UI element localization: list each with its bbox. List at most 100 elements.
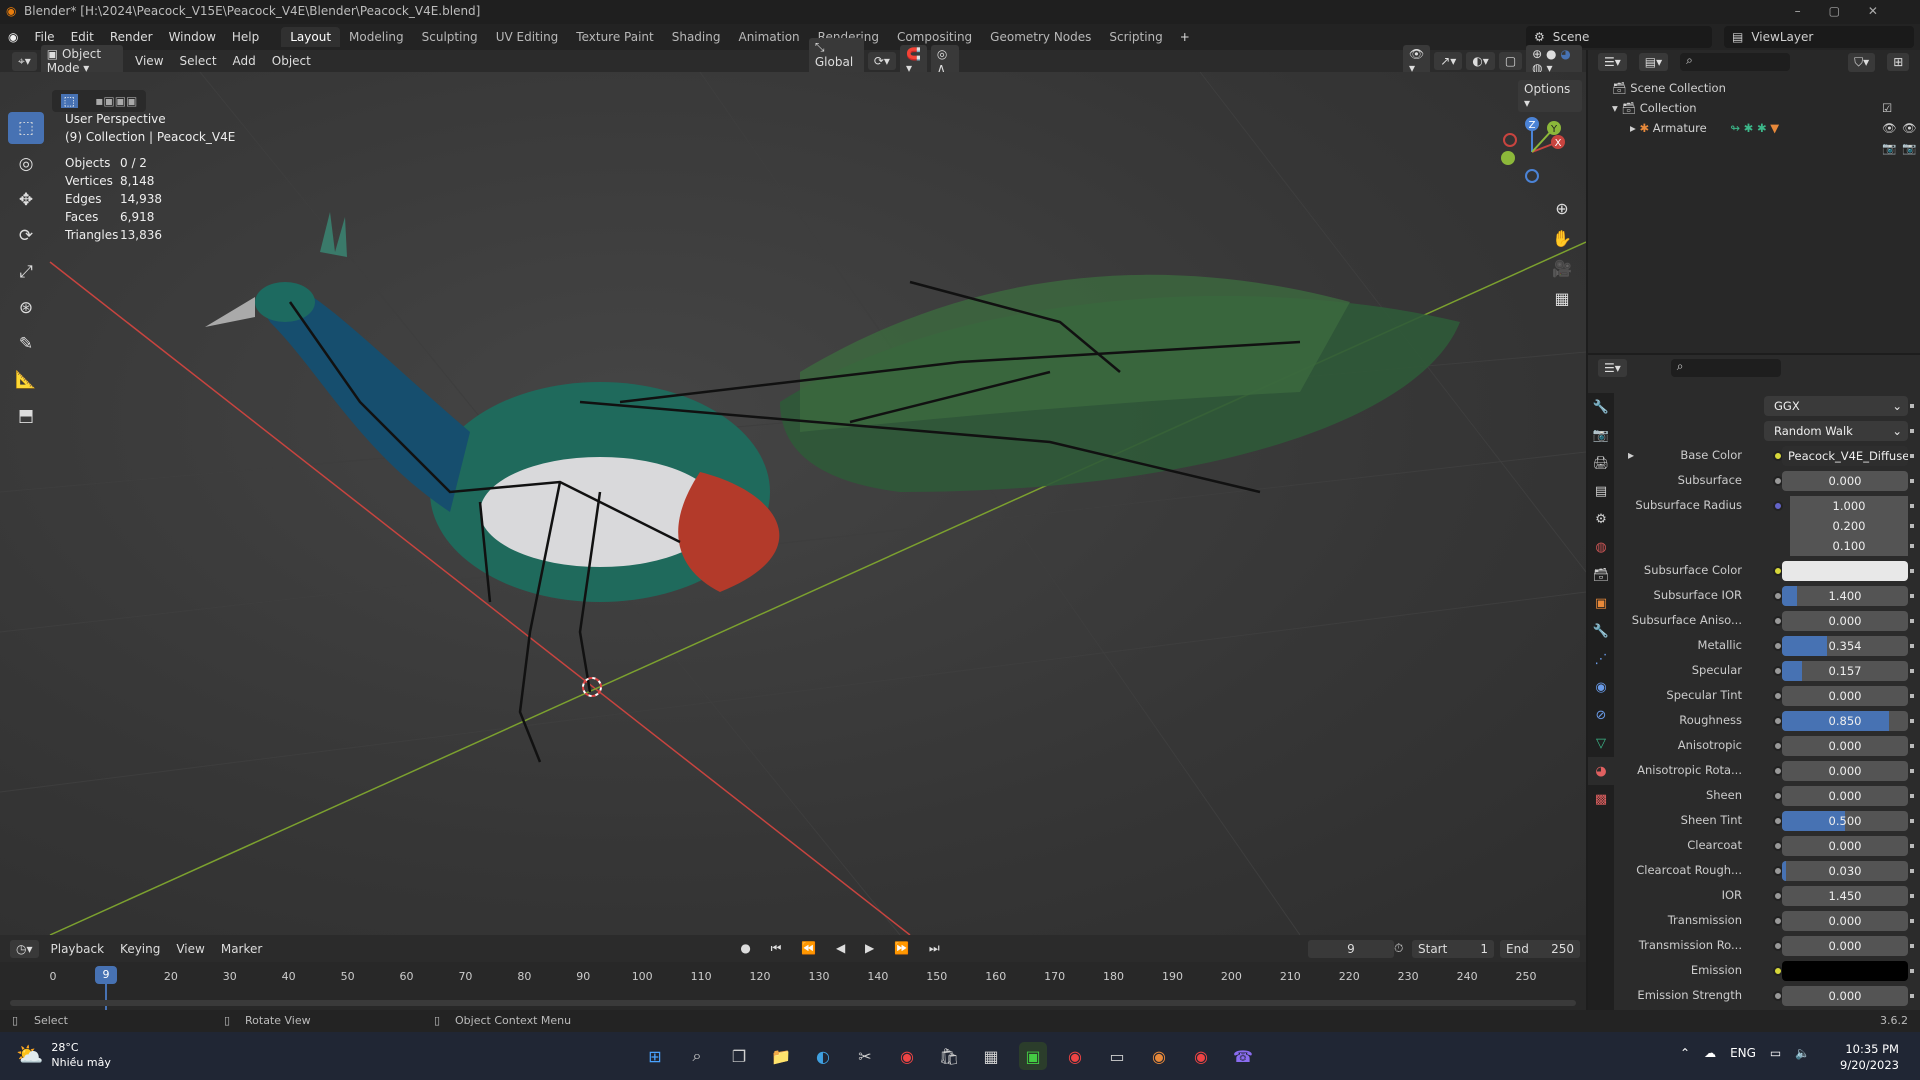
- vector-component[interactable]: 0.100: [1790, 536, 1908, 556]
- window-controls[interactable]: –▢✕: [1795, 0, 1906, 22]
- menu-window[interactable]: Window: [161, 30, 224, 44]
- start-icon[interactable]: ⊞: [641, 1042, 669, 1070]
- number-slider[interactable]: 0.500: [1782, 811, 1908, 831]
- color-swatch[interactable]: [1782, 961, 1908, 981]
- filter-view-dropdown[interactable]: ▤▾: [1638, 53, 1669, 71]
- overlay-toggle[interactable]: ◐▾: [1466, 52, 1495, 70]
- timeline-ruler[interactable]: 9 0 20 30 40 50 60 70 80 90 100 110 120 130 140 150 160…: [0, 962, 1586, 1010]
- keyframe-dot[interactable]: [1910, 769, 1914, 773]
- chrome-icon[interactable]: ◉: [893, 1042, 921, 1070]
- rotate-tool[interactable]: ⟳: [8, 220, 44, 252]
- timeline-menu-keying[interactable]: Keying: [112, 942, 168, 956]
- ortho-grid-icon[interactable]: ▦: [1548, 284, 1576, 314]
- color-swatch[interactable]: [1782, 561, 1908, 581]
- scale-tool[interactable]: ⤢: [8, 256, 44, 288]
- tab-animation[interactable]: Animation: [729, 27, 808, 47]
- tab-scripting[interactable]: Scripting: [1100, 27, 1171, 47]
- constraints-tab-icon[interactable]: ⊘: [1588, 701, 1614, 729]
- edge-icon[interactable]: ◐: [809, 1042, 837, 1070]
- onedrive-icon[interactable]: ☁: [1704, 1046, 1716, 1060]
- scene-tab-icon[interactable]: ⚙: [1588, 505, 1614, 533]
- keyframe-dot[interactable]: [1910, 454, 1914, 458]
- number-slider[interactable]: 0.000: [1782, 471, 1908, 491]
- tool-tab-icon[interactable]: 🔧: [1588, 393, 1614, 421]
- new-collection-icon[interactable]: ⊞: [1887, 53, 1910, 71]
- timeline-menu-marker[interactable]: Marker: [213, 942, 270, 956]
- keyframe-dot[interactable]: [1910, 694, 1914, 698]
- viewport-menu-view[interactable]: View: [127, 54, 171, 68]
- selection-mode-buttons[interactable]: ⬚ ▪▣▣▣: [52, 90, 146, 112]
- xray-toggle[interactable]: ▢: [1498, 52, 1523, 70]
- options-dropdown[interactable]: Options ▾: [1518, 80, 1582, 112]
- number-slider[interactable]: 0.354: [1782, 636, 1908, 656]
- playhead[interactable]: 9: [95, 966, 117, 984]
- keyframe-dot[interactable]: [1910, 869, 1914, 873]
- clock[interactable]: 10:35 PM 9/20/2023: [1840, 1041, 1899, 1073]
- modifier-tab-icon[interactable]: 🔧: [1588, 617, 1614, 645]
- end-frame-field[interactable]: End 250: [1500, 939, 1580, 958]
- number-slider[interactable]: 0.000: [1782, 936, 1908, 956]
- visibility-controls[interactable]: ☑ 👁 📷: [1882, 98, 1897, 158]
- keyframe-dot[interactable]: [1910, 619, 1914, 623]
- tab-uv-editing[interactable]: UV Editing: [487, 27, 568, 47]
- measure-tool[interactable]: 📐: [8, 364, 44, 396]
- timeline-editor-type[interactable]: ◷▾: [10, 939, 39, 958]
- language-indicator[interactable]: ENG: [1730, 1046, 1756, 1060]
- keyframe-dot[interactable]: [1910, 404, 1914, 408]
- snipping-tool-icon[interactable]: ✂: [851, 1042, 879, 1070]
- viber-icon[interactable]: ☎: [1229, 1042, 1257, 1070]
- timeline-scrollbar[interactable]: [10, 1000, 1576, 1006]
- viewport-menu-select[interactable]: Select: [172, 54, 225, 68]
- keyframe-dot[interactable]: [1910, 669, 1914, 673]
- tray-chevron-icon[interactable]: ⌃: [1680, 1046, 1690, 1060]
- keyframe-dot[interactable]: [1910, 569, 1914, 573]
- tab-shading[interactable]: Shading: [663, 27, 730, 47]
- display-mode-dropdown[interactable]: ☰▾: [1598, 53, 1627, 71]
- tab-compositing[interactable]: Compositing: [888, 27, 981, 47]
- tab-sculpting[interactable]: Sculpting: [413, 27, 487, 47]
- camera-view-icon[interactable]: 🎥: [1548, 254, 1576, 284]
- blender-menu-icon[interactable]: ◉: [0, 30, 26, 44]
- tab-texture-paint[interactable]: Texture Paint: [567, 27, 662, 47]
- annotate-tool[interactable]: ✎: [8, 328, 44, 360]
- blender-taskbar-icon[interactable]: ◉: [1145, 1042, 1173, 1070]
- keyframe-dot[interactable]: [1910, 969, 1914, 973]
- number-slider[interactable]: 0.000: [1782, 686, 1908, 706]
- number-slider[interactable]: 1.400: [1782, 586, 1908, 606]
- object-tab-icon[interactable]: ▣: [1588, 589, 1614, 617]
- physics-tab-icon[interactable]: ◉: [1588, 673, 1614, 701]
- output-tab-icon[interactable]: 🖨: [1588, 449, 1614, 477]
- outliner-search-input[interactable]: ⌕: [1680, 53, 1791, 71]
- number-slider[interactable]: 1.450: [1782, 886, 1908, 906]
- socket-dot[interactable]: [1773, 501, 1783, 511]
- current-frame-field[interactable]: 9: [1308, 939, 1394, 958]
- tab-modeling[interactable]: Modeling: [340, 27, 413, 47]
- visibility-controls[interactable]: 👁 📷: [1902, 118, 1917, 158]
- search-icon[interactable]: ⌕: [683, 1042, 711, 1070]
- view-layer-tab-icon[interactable]: ▤: [1588, 477, 1614, 505]
- store-icon[interactable]: 🛍: [935, 1042, 963, 1070]
- playback-controls[interactable]: ● ⏮ ⏪ ◀ ▶ ⏩ ⏭: [740, 941, 947, 956]
- weather-widget[interactable]: ⛅ 28°C Nhiều mây: [16, 1040, 111, 1070]
- keyframe-dot[interactable]: [1910, 644, 1914, 648]
- data-tab-icon[interactable]: ▽: [1588, 729, 1614, 757]
- keyframe-dot[interactable]: [1910, 794, 1914, 798]
- vector-component[interactable]: 1.000: [1790, 496, 1908, 516]
- number-slider[interactable]: 0.000: [1782, 761, 1908, 781]
- keyframe-dot[interactable]: [1910, 504, 1914, 508]
- number-slider[interactable]: 0.000: [1782, 736, 1908, 756]
- app-icon[interactable]: ▦: [977, 1042, 1005, 1070]
- material-tab-icon[interactable]: ◕: [1588, 757, 1614, 785]
- timeline-menu-view[interactable]: View: [168, 942, 212, 956]
- add-cube-tool[interactable]: ⬒: [8, 400, 44, 432]
- keyframe-dot[interactable]: [1910, 894, 1914, 898]
- gizmo-toggle[interactable]: ↗▾: [1434, 52, 1463, 70]
- 3d-viewport[interactable]: ⬚ ▪▣▣▣ User Perspective (9) Collection | …: [0, 72, 1586, 935]
- file-explorer-icon[interactable]: 📁: [767, 1042, 795, 1070]
- keyframe-dot[interactable]: [1910, 429, 1914, 433]
- keyframe-dot[interactable]: [1910, 994, 1914, 998]
- move-tool[interactable]: ✥: [8, 184, 44, 216]
- terminal-icon[interactable]: ▭: [1103, 1042, 1131, 1070]
- texture-tab-icon[interactable]: ▩: [1588, 785, 1614, 813]
- number-slider[interactable]: 0.000: [1782, 786, 1908, 806]
